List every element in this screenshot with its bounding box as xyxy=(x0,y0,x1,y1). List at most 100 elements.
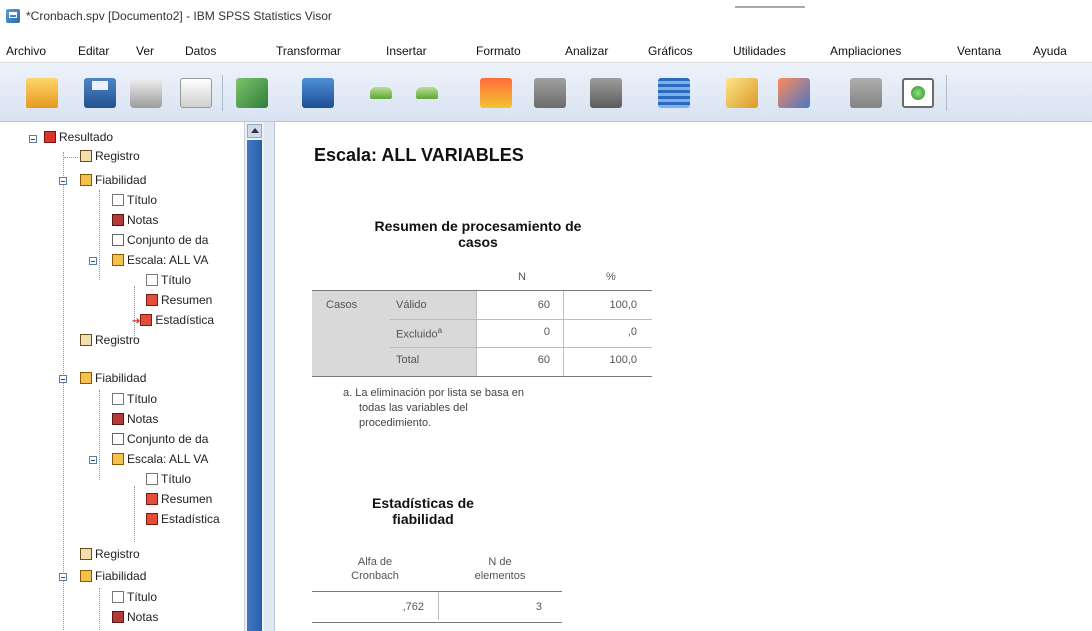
row-label-total: Total xyxy=(396,354,420,366)
menu-datos[interactable]: Datos xyxy=(185,44,216,58)
goto-variable-icon[interactable] xyxy=(590,78,622,108)
recall-dialog-icon[interactable] xyxy=(302,78,334,108)
row-label-valido: Válido xyxy=(396,299,427,311)
folder-icon xyxy=(80,372,92,384)
collapse-toggle[interactable] xyxy=(89,257,97,265)
table-rule xyxy=(390,319,652,320)
outline-scrollbar[interactable] xyxy=(244,122,265,631)
tree-line xyxy=(64,157,78,158)
nav-item-registro[interactable]: Registro xyxy=(80,333,140,347)
collapse-toggle[interactable] xyxy=(59,375,67,383)
nav-item-fiabilidad[interactable]: Fiabilidad xyxy=(80,173,146,187)
export-icon[interactable] xyxy=(236,78,268,108)
open-folder-icon[interactable] xyxy=(26,78,58,108)
nav-item-notas[interactable]: Notas xyxy=(112,213,158,227)
save-icon[interactable] xyxy=(84,78,116,108)
log-icon xyxy=(80,548,92,560)
table-icon xyxy=(146,493,158,505)
folder-icon xyxy=(80,570,92,582)
nav-item-estadisticas[interactable]: Estadística xyxy=(146,512,220,526)
window-title: *Cronbach.spv [Documento2] - IBM SPSS St… xyxy=(26,9,332,23)
title-icon xyxy=(112,591,124,603)
nav-item-notas[interactable]: Notas xyxy=(112,412,158,426)
nav-item-titulo[interactable]: Título xyxy=(146,472,191,486)
spss-app-icon xyxy=(6,9,20,23)
menu-formato[interactable]: Formato xyxy=(476,44,521,58)
menu-ayuda[interactable]: Ayuda xyxy=(1033,44,1067,58)
collapse-toggle[interactable] xyxy=(89,456,97,464)
undo-icon[interactable] xyxy=(366,78,398,108)
designate-window-icon[interactable] xyxy=(850,78,882,108)
title-icon xyxy=(146,274,158,286)
scrollbar-thumb[interactable] xyxy=(247,140,262,631)
tree-line xyxy=(134,486,135,542)
collapse-toggle[interactable] xyxy=(59,573,67,581)
menu-archivo[interactable]: Archivo xyxy=(6,44,46,58)
col-header-pct: % xyxy=(606,271,616,283)
dataset-icon xyxy=(112,433,124,445)
nav-item-titulo[interactable]: Título xyxy=(146,273,191,287)
alpha-value: ,762 xyxy=(402,601,424,613)
collapse-toggle[interactable] xyxy=(29,135,37,143)
table-vline xyxy=(563,291,564,376)
menu-utilidades[interactable]: Utilidades xyxy=(733,44,786,58)
scroll-up-icon[interactable] xyxy=(247,124,262,138)
menu-ver[interactable]: Ver xyxy=(136,44,154,58)
goto-case-icon[interactable] xyxy=(534,78,566,108)
pane-splitter[interactable] xyxy=(264,122,275,631)
menu-bar: Archivo Editar Ver Datos Transformar Ins… xyxy=(0,38,1092,63)
menu-transformar[interactable]: Transformar xyxy=(276,44,341,58)
menu-ventana[interactable]: Ventana xyxy=(957,44,1001,58)
row-valido-n: 60 xyxy=(537,299,550,311)
log-icon xyxy=(80,334,92,346)
folder-red-icon xyxy=(44,131,56,143)
nav-item-registro[interactable]: Registro xyxy=(80,149,140,163)
nav-item-registro[interactable]: Registro xyxy=(80,547,140,561)
table-rule xyxy=(390,347,652,348)
print-preview-icon[interactable] xyxy=(180,78,212,108)
toolbar xyxy=(0,63,1092,122)
nav-item-fiabilidad[interactable]: Fiabilidad xyxy=(80,569,146,583)
output-heading: Escala: ALL VARIABLES xyxy=(314,145,524,165)
nav-item-estadisticas[interactable]: ➔ Estadística xyxy=(132,313,214,327)
create-script-icon[interactable] xyxy=(726,78,758,108)
reliability-title: Estadísticas de fiabilidad xyxy=(372,495,474,527)
menu-graficos[interactable]: Gráficos xyxy=(648,44,693,58)
table-rule xyxy=(312,376,652,377)
nav-item-escala[interactable]: Escala: ALL VA xyxy=(112,452,208,466)
nav-item-notas[interactable]: Notas xyxy=(112,610,158,624)
nav-item-conjunto-datos[interactable]: Conjunto de da xyxy=(112,233,208,247)
nav-item-resumen[interactable]: Resumen xyxy=(146,293,212,307)
tree-line xyxy=(99,390,100,480)
run-script-icon[interactable] xyxy=(778,78,810,108)
nav-item-conjunto-datos[interactable]: Conjunto de da xyxy=(112,432,208,446)
toolbar-separator xyxy=(946,75,947,111)
print-icon[interactable] xyxy=(130,78,162,108)
goto-data-icon[interactable] xyxy=(480,78,512,108)
add-icon[interactable] xyxy=(902,78,934,108)
row-total-pct: 100,0 xyxy=(609,354,637,366)
nav-item-resultado[interactable]: Resultado xyxy=(44,130,113,144)
row-excluido-pct: ,0 xyxy=(627,326,637,338)
table-rule xyxy=(312,622,562,623)
nav-item-fiabilidad[interactable]: Fiabilidad xyxy=(80,371,146,385)
table-vline xyxy=(438,592,439,620)
menu-analizar[interactable]: Analizar xyxy=(565,44,608,58)
nav-item-resumen[interactable]: Resumen xyxy=(146,492,212,506)
tree-line xyxy=(99,588,100,631)
col-header-alfa: Alfa de Cronbach xyxy=(351,556,399,582)
current-item-arrow-icon: ➔ xyxy=(132,316,141,327)
table-rule xyxy=(312,591,562,592)
nav-item-titulo[interactable]: Título xyxy=(112,392,157,406)
collapse-toggle[interactable] xyxy=(59,177,67,185)
nav-item-titulo[interactable]: Título xyxy=(112,590,157,604)
menu-editar[interactable]: Editar xyxy=(78,44,109,58)
menu-insertar[interactable]: Insertar xyxy=(386,44,427,58)
variables-icon[interactable] xyxy=(658,78,690,108)
nav-item-escala[interactable]: Escala: ALL VA xyxy=(112,253,208,267)
table-vline xyxy=(476,291,477,376)
redo-icon[interactable] xyxy=(412,78,444,108)
menu-ampliaciones[interactable]: Ampliaciones xyxy=(830,44,901,58)
nav-item-titulo[interactable]: Título xyxy=(112,193,157,207)
title-icon xyxy=(112,194,124,206)
